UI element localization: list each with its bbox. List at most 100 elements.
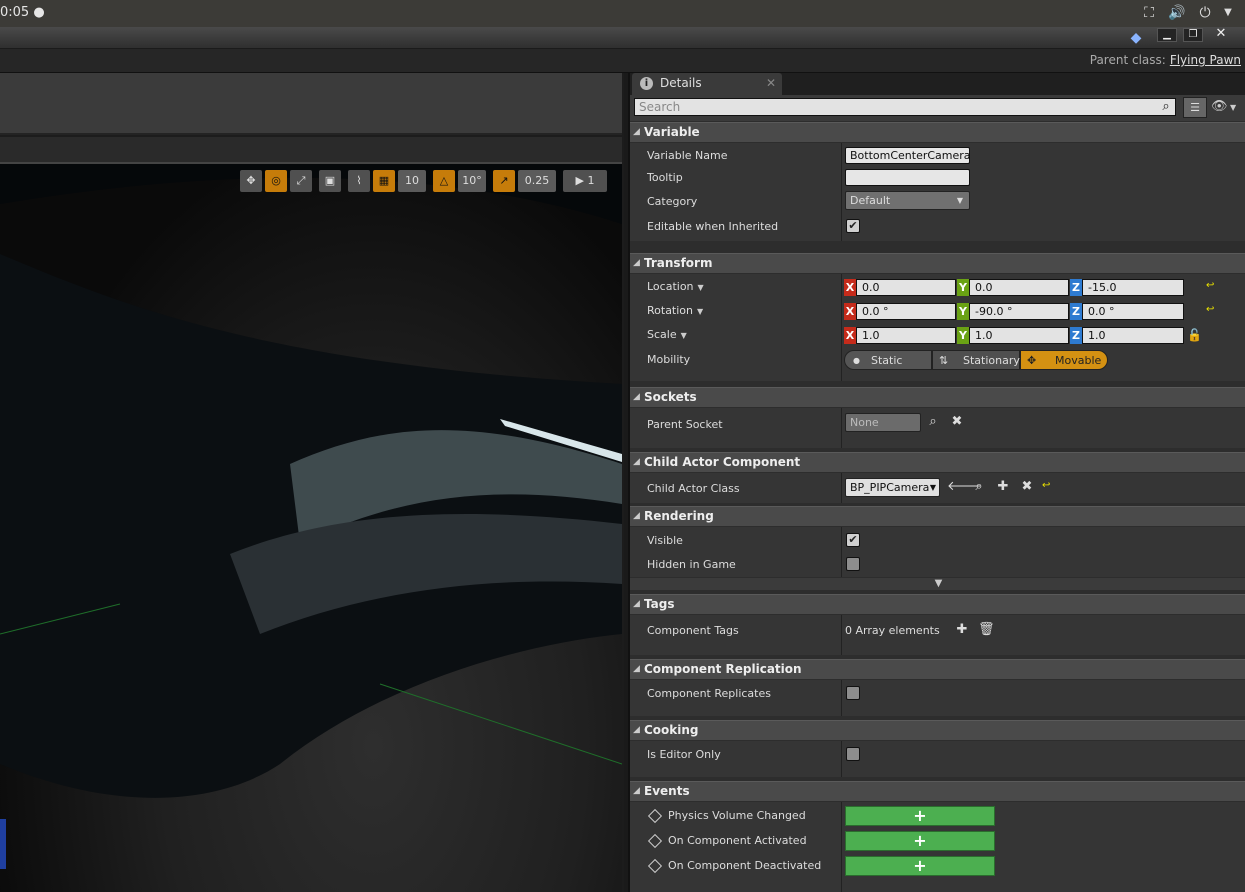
is-editor-only-checkbox[interactable]	[846, 747, 860, 761]
column-divider	[841, 741, 842, 777]
search-icon[interactable]: ⌕	[1158, 99, 1174, 115]
network-icon[interactable]: ⛶	[1140, 4, 1158, 22]
scale-label[interactable]: Scale ▼	[647, 328, 687, 341]
scale-x-field[interactable]: 1.0	[856, 327, 956, 344]
rotation-snap-icon[interactable]: △	[433, 170, 455, 192]
event-label: Physics Volume Changed	[668, 809, 806, 822]
rotation-label-text: Rotation	[647, 304, 694, 317]
section-variable[interactable]: ◢ Variable	[630, 122, 1245, 142]
back-arrow-icon[interactable]: 🡐	[947, 479, 982, 495]
reset-arrow-icon[interactable]: ↩	[1206, 304, 1214, 315]
is-editor-only-label: Is Editor Only	[647, 748, 721, 761]
chevron-down-icon[interactable]: ▼	[1219, 4, 1237, 22]
advanced-expand-button[interactable]: ▼	[630, 578, 1245, 590]
volume-icon[interactable]: 🔊	[1168, 4, 1186, 22]
location-label[interactable]: Location ▼	[647, 280, 704, 293]
rotation-label[interactable]: Rotation ▼	[647, 304, 703, 317]
editable-inherited-checkbox[interactable]: ✔	[846, 219, 860, 233]
mobility-movable-button[interactable]: ✥ Movable	[1020, 350, 1108, 370]
tooltip-field[interactable]	[845, 169, 970, 186]
add-icon[interactable]: ✚	[954, 622, 970, 638]
add-event-button[interactable]: +	[845, 806, 995, 826]
location-x-field[interactable]: 0.0	[856, 279, 956, 296]
tab-details[interactable]: i Details ✕	[632, 73, 782, 95]
add-event-button[interactable]: +	[845, 831, 995, 851]
reset-arrow-icon[interactable]: ↩	[1042, 480, 1050, 491]
tab-row: i Details ✕	[630, 73, 1245, 95]
mobility-stationary-button[interactable]: ⇅ Stationary	[932, 350, 1020, 370]
trash-icon[interactable]: 🗑	[978, 622, 995, 638]
close-icon[interactable]: ✕	[766, 73, 776, 94]
section-replication[interactable]: ◢ Component Replication	[630, 659, 1245, 679]
scale-y-field[interactable]: 1.0	[969, 327, 1069, 344]
column-divider	[841, 274, 842, 381]
array-elements-count: 0 Array elements	[845, 624, 940, 637]
add-icon[interactable]: ✚	[995, 479, 1011, 495]
rotate-icon[interactable]: ◎	[265, 170, 287, 192]
collapse-triangle-icon: ◢	[633, 511, 640, 521]
chevron-down-icon: ▼	[697, 307, 704, 316]
scale-snap-value[interactable]: 0.25	[518, 170, 556, 192]
section-cooking[interactable]: ◢ Cooking	[630, 720, 1245, 740]
location-y-field[interactable]: 0.0	[969, 279, 1069, 296]
hidden-in-game-checkbox[interactable]	[846, 557, 860, 571]
minimize-button[interactable]: ▁	[1157, 28, 1177, 42]
surface-snap-icon[interactable]: ⌇	[348, 170, 370, 192]
variable-name-field[interactable]: BottomCenterCamera	[845, 147, 971, 164]
grid-snap-value[interactable]: 10	[398, 170, 426, 192]
translate-icon[interactable]: ✥	[240, 170, 262, 192]
section-transform[interactable]: ◢ Transform	[630, 253, 1245, 273]
scale-z-field[interactable]: 1.0	[1082, 327, 1184, 344]
section-tags[interactable]: ◢ Tags	[630, 594, 1245, 614]
rotation-z-field[interactable]: 0.0 °	[1082, 303, 1184, 320]
expand-arrow-icon: ▼	[934, 578, 943, 589]
search-input[interactable]	[634, 98, 1176, 116]
scale-snap-icon[interactable]: ↗	[493, 170, 515, 192]
clear-icon[interactable]: ✖	[949, 414, 965, 430]
location-z-axis: Z	[1070, 279, 1082, 296]
close-button[interactable]: ✕	[1211, 27, 1231, 42]
rotation-y-field[interactable]: -90.0 °	[969, 303, 1069, 320]
section-child-actor[interactable]: ◢ Child Actor Component	[630, 452, 1245, 472]
world-local-icon[interactable]: ▣	[319, 170, 341, 192]
section-rendering[interactable]: ◢ Rendering	[630, 506, 1245, 526]
left-panel: ✥ ◎ ⤢ ▣ ⌇ ▦ 10 △ 10° ↗ 0.25 ▶ 1	[0, 73, 624, 892]
scale-icon[interactable]: ⤢	[290, 170, 312, 192]
search-icon[interactable]: ⌕	[971, 479, 987, 495]
visible-checkbox[interactable]: ✔	[846, 533, 860, 547]
parent-class-link[interactable]: Flying Pawn	[1170, 53, 1241, 67]
grid-snap-icon[interactable]: ▦	[373, 170, 395, 192]
mobility-static-button[interactable]: ● Static	[844, 350, 932, 370]
section-sockets-title: Sockets	[644, 390, 697, 404]
section-sockets[interactable]: ◢ Sockets	[630, 387, 1245, 407]
reset-arrow-icon[interactable]: ↩	[1206, 280, 1214, 291]
camera-speed-button[interactable]: ▶ 1	[563, 170, 607, 192]
child-actor-body: Child Actor Class BP_PIPCamera ▼ 🡐 ⌕ ✚ ✖ …	[630, 473, 1245, 503]
eye-icon[interactable]: 👁 ▼	[1211, 98, 1243, 116]
section-transform-title: Transform	[644, 256, 713, 270]
section-events[interactable]: ◢ Events	[630, 781, 1245, 801]
events-body: Physics Volume Changed + On Component Ac…	[630, 802, 1245, 892]
event-diamond-icon	[647, 808, 663, 824]
child-actor-class-dropdown[interactable]: BP_PIPCamera ▼	[845, 478, 940, 497]
power-icon[interactable]: ⏻	[1196, 4, 1214, 22]
add-event-button[interactable]: +	[845, 856, 995, 876]
menu-bar: Parent class: Flying Pawn	[0, 49, 1245, 73]
collapse-triangle-icon: ◢	[633, 258, 640, 268]
parent-socket-label: Parent Socket	[647, 418, 723, 431]
parent-socket-field[interactable]: None	[845, 413, 921, 432]
list-view-button[interactable]: ☰	[1183, 97, 1207, 118]
rotation-x-field[interactable]: 0.0 °	[856, 303, 956, 320]
rotation-snap-value[interactable]: 10°	[458, 170, 486, 192]
viewport[interactable]: ✥ ◎ ⤢ ▣ ⌇ ▦ 10 △ 10° ↗ 0.25 ▶ 1	[0, 162, 622, 892]
location-z-field[interactable]: -15.0	[1082, 279, 1184, 296]
restore-button[interactable]: ❐	[1183, 28, 1203, 42]
clear-icon[interactable]: ✖	[1019, 479, 1035, 495]
search-icon[interactable]: ⌕	[925, 414, 941, 430]
lock-icon[interactable]: 🔓	[1187, 328, 1202, 342]
location-y-axis: Y	[957, 279, 969, 296]
location-x-axis: X	[844, 279, 856, 296]
component-replicates-checkbox[interactable]	[846, 686, 860, 700]
ground-grid-line	[379, 683, 622, 765]
category-dropdown[interactable]: Default ▼	[845, 191, 970, 210]
